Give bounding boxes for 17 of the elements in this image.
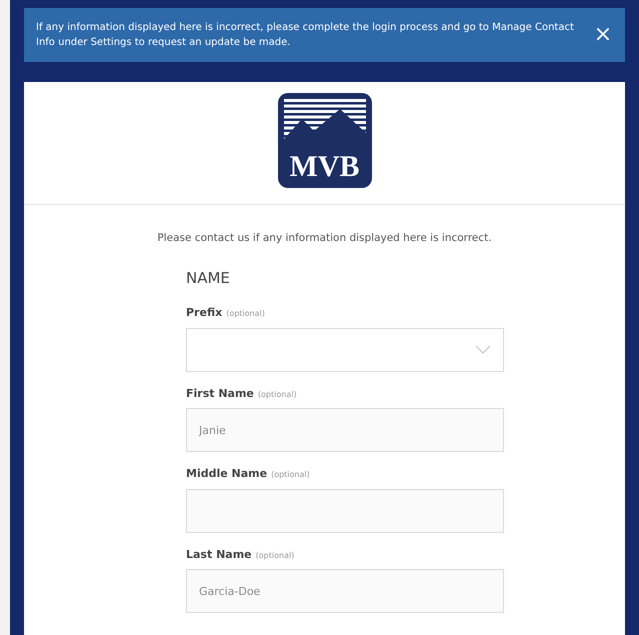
optional-hint: (optional) (258, 388, 297, 401)
notice-text: Please contact us if any information displayed here is incorrect. (156, 231, 493, 246)
chevron-down-icon (475, 345, 491, 354)
banner-message: If any information displayed here is incorrect, please complete the login process and go to Manage Contact Info under Settings to request an update be made. (36, 21, 575, 50)
close-button[interactable]: × (591, 24, 615, 46)
field-label: First Name (186, 386, 254, 402)
optional-hint: (optional) (271, 469, 310, 482)
text-field[interactable]: Garcia-Doe (186, 569, 504, 614)
text-field[interactable] (186, 488, 504, 533)
field-label: Last Name (186, 546, 252, 563)
section-title: NAME (186, 268, 231, 289)
optional-hint: (optional) (256, 550, 294, 562)
field-label: Middle Name (186, 466, 268, 482)
logo-text: MVB (290, 152, 360, 182)
field-label: Prefix (186, 305, 222, 322)
optional-hint: (optional) (226, 308, 265, 320)
prefix-dropdown[interactable] (186, 328, 504, 372)
